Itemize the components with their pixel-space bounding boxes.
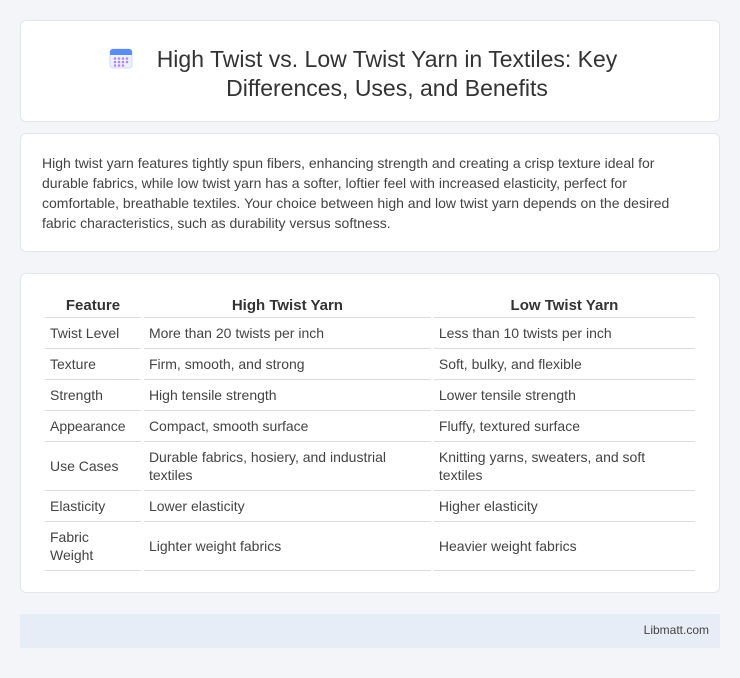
row-feature: Texture — [45, 349, 141, 380]
row-feature: Elasticity — [45, 491, 141, 522]
table-row: Texture Firm, smooth, and strong Soft, b… — [45, 349, 695, 380]
table-row: Fabric Weight Lighter weight fabrics Hea… — [45, 522, 695, 571]
table-row: Elasticity Lower elasticity Higher elast… — [45, 491, 695, 522]
header-feature: Feature — [45, 294, 141, 318]
row-low-twist: Lower tensile strength — [433, 380, 695, 411]
table-row: Twist Level More than 20 twists per inch… — [45, 318, 695, 349]
table-row: Appearance Compact, smooth surface Fluff… — [45, 411, 695, 442]
row-low-twist: Fluffy, textured surface — [433, 411, 695, 442]
row-feature: Twist Level — [45, 318, 141, 349]
page-title: High Twist vs. Low Twist Yarn in Textile… — [156, 46, 618, 101]
header-low-twist: Low Twist Yarn — [433, 294, 695, 318]
footer-site-link[interactable]: Libmatt.com — [644, 623, 709, 637]
summary-card: High twist yarn features tightly spun fi… — [20, 133, 720, 252]
row-high-twist: Compact, smooth surface — [143, 411, 431, 442]
row-high-twist: Lighter weight fabrics — [143, 522, 431, 571]
row-low-twist: Knitting yarns, sweaters, and soft texti… — [433, 442, 695, 491]
row-low-twist: Soft, bulky, and flexible — [433, 349, 695, 380]
row-high-twist: Durable fabrics, hosiery, and industrial… — [143, 442, 431, 491]
footer: Libmatt.com — [20, 614, 720, 648]
row-low-twist: Heavier weight fabrics — [433, 522, 695, 571]
row-feature: Use Cases — [45, 442, 141, 491]
summary-text: High twist yarn features tightly spun fi… — [42, 155, 670, 231]
row-low-twist: Less than 10 twists per inch — [433, 318, 695, 349]
row-low-twist: Higher elasticity — [433, 491, 695, 522]
row-high-twist: Firm, smooth, and strong — [143, 349, 431, 380]
row-high-twist: High tensile strength — [143, 380, 431, 411]
header-card: High Twist vs. Low Twist Yarn in Textile… — [20, 20, 720, 122]
table-row: Use Cases Durable fabrics, hosiery, and … — [45, 442, 695, 491]
row-feature: Appearance — [45, 411, 141, 442]
header-high-twist: High Twist Yarn — [143, 294, 431, 318]
comparison-card: Feature High Twist Yarn Low Twist Yarn T… — [20, 273, 720, 593]
comparison-table: Feature High Twist Yarn Low Twist Yarn T… — [42, 294, 698, 571]
row-high-twist: Lower elasticity — [143, 491, 431, 522]
table-header-row: Feature High Twist Yarn Low Twist Yarn — [45, 294, 695, 318]
row-feature: Fabric Weight — [45, 522, 141, 571]
table-row: Strength High tensile strength Lower ten… — [45, 380, 695, 411]
row-feature: Strength — [45, 380, 141, 411]
row-high-twist: More than 20 twists per inch — [143, 318, 431, 349]
